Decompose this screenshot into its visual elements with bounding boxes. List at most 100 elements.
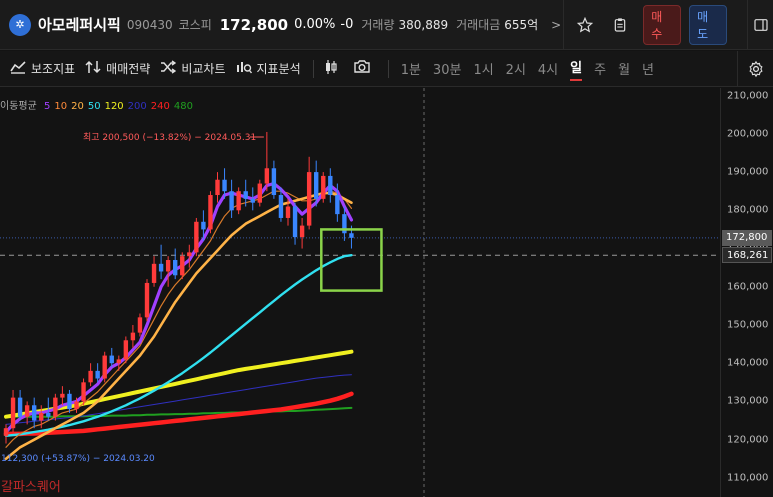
candle — [321, 172, 326, 203]
legend-item-10[interactable]: 10 — [54, 101, 67, 112]
candle-body — [102, 355, 107, 379]
star-icon[interactable] — [570, 10, 600, 40]
period-tab-6[interactable]: 주 — [594, 59, 606, 78]
candle — [264, 131, 270, 192]
candle-body — [236, 191, 241, 211]
candle-body — [109, 355, 114, 364]
candle-body — [144, 282, 150, 318]
candle — [236, 187, 241, 215]
ma-line-5 — [4, 181, 354, 434]
amount-label: 거래대금 — [456, 18, 501, 32]
crosshair-price-tag: 168,261 — [722, 247, 772, 264]
candle — [299, 217, 305, 249]
period-tab-4[interactable]: 4시 — [538, 59, 558, 78]
toolbar-divider — [312, 59, 314, 78]
candle-body — [222, 179, 227, 192]
period-tab-8[interactable]: 년 — [642, 59, 654, 78]
magnifier-chart-icon — [236, 60, 252, 78]
ticker-next-arrow[interactable]: > — [550, 0, 564, 50]
period-tabs: 1분 30분 1시 2시 4시 일 주 월 년 — [389, 57, 654, 81]
candle-body — [3, 428, 9, 436]
axis-tick: 130,000 — [727, 395, 769, 407]
candle-body — [123, 340, 129, 360]
moving-average-legend[interactable]: 이동평균 5 10 20 50 120 200 240 480 — [0, 97, 197, 112]
period-tab-1[interactable]: 30분 — [433, 59, 462, 78]
candle — [187, 244, 192, 268]
compare-button[interactable]: 비교차트 — [160, 59, 226, 78]
high-price-annotation: 최고 200,500 (−13.82%) − 2024.05.31 — [83, 133, 257, 143]
camera-button[interactable] — [353, 59, 376, 78]
axis-tick: 140,000 — [727, 357, 769, 369]
buy-button[interactable]: 매수 — [643, 4, 682, 45]
candle-body — [151, 263, 157, 283]
candle — [271, 160, 277, 199]
candle — [292, 202, 298, 245]
candle — [144, 279, 150, 322]
candle — [88, 363, 93, 387]
legend-item-50[interactable]: 50 — [88, 101, 101, 112]
legend-item-120[interactable]: 120 — [105, 101, 124, 112]
candle — [229, 179, 234, 218]
legend-item-200[interactable]: 200 — [128, 101, 147, 112]
candle-body — [250, 198, 255, 203]
stock-code: 090430 — [126, 17, 173, 32]
volume-value: 380,889 — [398, 17, 449, 32]
candle-body — [349, 233, 354, 238]
axis-tick: 190,000 — [727, 166, 769, 178]
stock-name[interactable]: 아모레퍼시픽 — [38, 14, 121, 35]
clipboard-icon[interactable] — [605, 10, 635, 40]
axis-tick: 210,000 — [727, 90, 769, 102]
legend-item-240[interactable]: 240 — [151, 101, 170, 112]
candle-body — [264, 168, 270, 184]
candle-body — [321, 175, 326, 199]
candle-body — [46, 412, 51, 417]
period-tab-3[interactable]: 2시 — [506, 59, 526, 78]
candle-body — [10, 397, 16, 429]
legend-item-480[interactable]: 480 — [174, 101, 193, 112]
candle — [165, 256, 171, 287]
current-price-tag: 172,800 — [722, 229, 772, 246]
candle-body — [60, 393, 65, 398]
candle-body — [165, 260, 171, 272]
candle-body — [88, 370, 93, 383]
side-panel-icon[interactable] — [747, 0, 773, 50]
candle — [81, 378, 86, 406]
candle — [24, 401, 30, 425]
candle-body — [194, 221, 199, 253]
change-percent: 0.00% — [294, 17, 336, 32]
gear-icon[interactable] — [737, 51, 773, 87]
candle — [151, 256, 157, 287]
candle-body — [278, 195, 284, 218]
candle — [194, 217, 199, 257]
candle-body — [53, 397, 58, 417]
sell-button[interactable]: 매도 — [689, 4, 728, 45]
candle — [53, 393, 58, 421]
period-tab-7[interactable]: 월 — [618, 59, 630, 78]
period-tab-0[interactable]: 1분 — [401, 59, 421, 78]
candle-body — [208, 195, 213, 230]
market-label: 코스피 — [178, 18, 212, 32]
candle-body — [39, 412, 44, 421]
legend-item-5[interactable]: 5 — [44, 101, 50, 112]
analysis-button[interactable]: 지표분석 — [236, 60, 301, 78]
indicators-button[interactable]: 보조지표 — [10, 60, 75, 78]
legend-item-20[interactable]: 20 — [71, 101, 84, 112]
axis-tick: 180,000 — [727, 204, 769, 216]
price-chart[interactable] — [0, 88, 720, 497]
axis-tick: 120,000 — [727, 434, 769, 446]
candle-type-button[interactable] — [324, 59, 343, 79]
price-axis[interactable]: 210,000200,000190,000180,000170,000160,0… — [720, 88, 773, 497]
candle-body — [137, 317, 143, 333]
company-logo-glyph: ✲ — [15, 18, 25, 31]
candle-body — [243, 191, 248, 199]
company-logo: ✲ — [9, 13, 31, 36]
candle-body — [292, 206, 298, 238]
period-tab-2[interactable]: 1시 — [473, 59, 493, 78]
candle — [306, 156, 312, 230]
strategy-button[interactable]: 매매전략 — [85, 60, 150, 78]
strategy-label: 매매전략 — [106, 62, 151, 76]
candle — [3, 424, 9, 444]
candle-body — [81, 382, 86, 402]
period-tab-5[interactable]: 일 — [570, 57, 583, 81]
candle-body — [285, 206, 291, 218]
